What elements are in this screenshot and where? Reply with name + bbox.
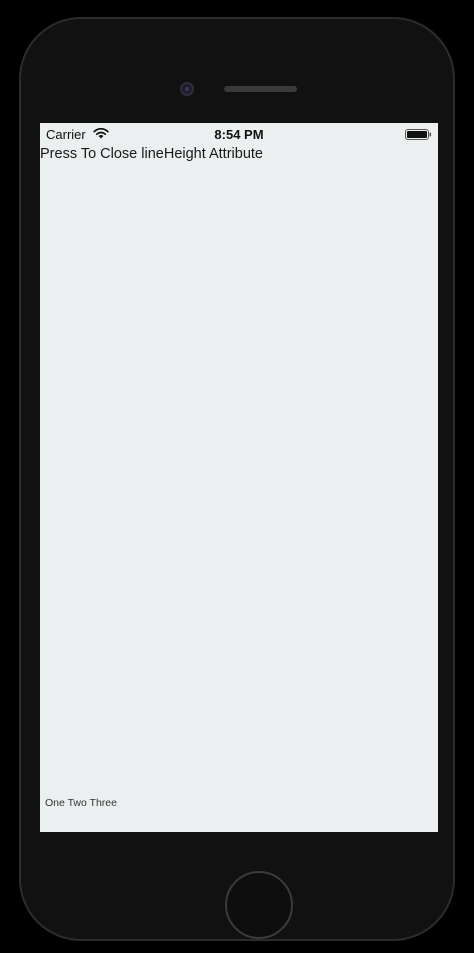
close-button[interactable]: Press To Close lineHeight Attribute [40, 146, 263, 162]
home-button[interactable] [225, 871, 293, 939]
footer-text: One Two Three [45, 797, 117, 809]
status-time: 8:54 PM [214, 127, 264, 142]
app-screen: Carrier 8:54 PM Press To Close lineHeigh… [40, 123, 438, 832]
front-camera [180, 82, 194, 96]
earpiece-speaker [224, 86, 297, 92]
status-bar: Carrier 8:54 PM [40, 123, 438, 145]
battery-full-icon [405, 129, 432, 140]
